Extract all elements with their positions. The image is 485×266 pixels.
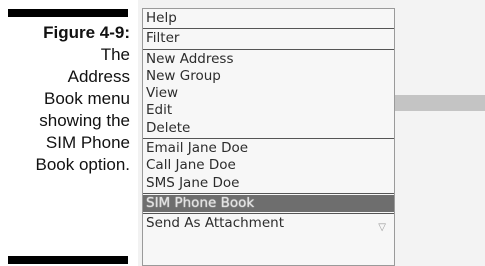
menu-item-new-address[interactable]: New Address: [143, 51, 394, 68]
menu-item-delete[interactable]: Delete: [143, 120, 394, 137]
menu-item-edit[interactable]: Edit: [143, 102, 394, 119]
menu-item-call-contact[interactable]: Call Jane Doe: [143, 157, 394, 174]
caption-line: The: [100, 45, 130, 64]
menu-item-send-as-attachment[interactable]: Send As Attachment ▽: [143, 215, 394, 233]
menu-item-label: Send As Attachment: [146, 215, 284, 232]
menu-item-sms-contact[interactable]: SMS Jane Doe: [143, 175, 394, 192]
menu-item-help[interactable]: Help: [143, 10, 394, 27]
menu-group-contact-actions: Email Jane Doe Call Jane Doe SMS Jane Do…: [143, 139, 394, 194]
menu-group-help: Help: [143, 9, 394, 30]
highlighted-row-background: [394, 95, 485, 111]
menu-item-new-group[interactable]: New Group: [143, 68, 394, 85]
caption-bottom-rule: [8, 256, 128, 264]
background-panel: [394, 0, 485, 266]
caption-line: showing the: [39, 111, 130, 130]
menu-group-sim: SIM Phone Book: [143, 194, 394, 215]
caption-line: Book option.: [35, 155, 130, 174]
figure-caption: Figure 4-9: The Address Book menu showin…: [0, 22, 130, 176]
menu-item-sim-phone-book[interactable]: SIM Phone Book: [143, 194, 394, 213]
menu-item-filter[interactable]: Filter: [143, 30, 394, 47]
menu-item-email-contact[interactable]: Email Jane Doe: [143, 140, 394, 157]
menu-group-manage: New Address New Group View Edit Delete: [143, 50, 394, 140]
caption-line: Address: [67, 67, 130, 86]
menu-item-view[interactable]: View: [143, 85, 394, 102]
device-screen: Help Filter New Address New Group View E…: [138, 0, 485, 266]
caption-line: SIM Phone: [45, 133, 130, 152]
menu-group-send: Send As Attachment ▽: [143, 214, 394, 233]
scroll-down-icon: ▽: [378, 222, 386, 234]
figure-number: Figure 4-9:: [43, 23, 130, 42]
address-book-menu: Help Filter New Address New Group View E…: [142, 8, 395, 266]
caption-line: Book menu: [44, 89, 130, 108]
menu-group-filter: Filter: [143, 29, 394, 50]
caption-top-rule: [8, 9, 128, 17]
